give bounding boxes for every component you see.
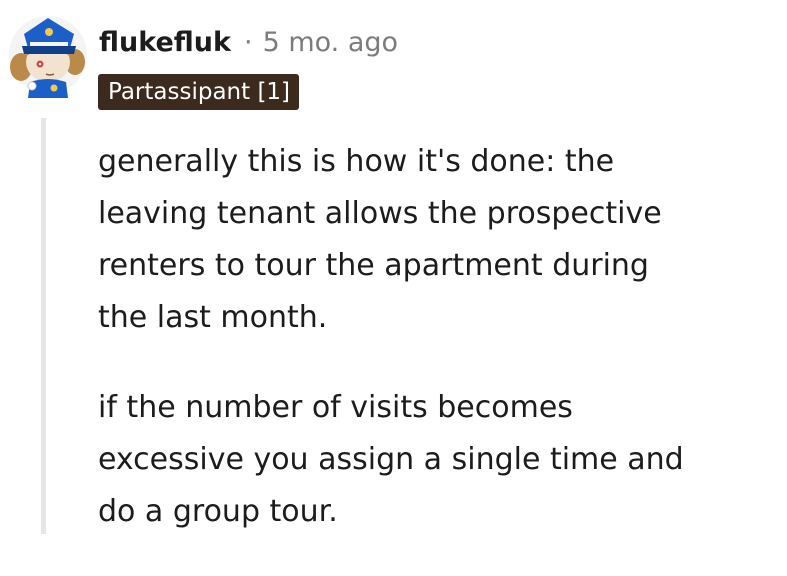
comment: flukefluk · 5 mo. ago Partassipant [1] g… xyxy=(0,0,787,534)
comment-line: excessive you assign a single time and xyxy=(98,442,684,477)
comment-line: the last month. xyxy=(98,300,328,335)
comment-paragraph: generally this is how it's done: the lea… xyxy=(98,136,768,344)
comment-line: leaving tenant allows the prospective xyxy=(98,196,662,231)
comment-meta: flukefluk · 5 mo. ago xyxy=(99,22,398,62)
comment-line: do a group tour. xyxy=(98,494,338,529)
comment-body: generally this is how it's done: the lea… xyxy=(98,136,768,576)
comment-line: generally this is how it's done: the xyxy=(98,144,615,179)
meta-separator: · xyxy=(243,26,253,58)
comment-paragraph: if the number of visits becomes excessiv… xyxy=(98,382,768,538)
police-officer-avatar-icon xyxy=(9,16,87,98)
username-link[interactable]: flukefluk xyxy=(99,27,231,58)
timestamp-link[interactable]: 5 mo. ago xyxy=(263,27,398,58)
thread-collapse-line[interactable] xyxy=(41,118,46,534)
user-avatar[interactable] xyxy=(8,12,92,98)
comment-line: if the number of visits becomes xyxy=(98,390,573,425)
user-flair-badge: Partassipant [1] xyxy=(98,74,300,110)
comment-line: renters to tour the apartment during xyxy=(98,248,649,283)
